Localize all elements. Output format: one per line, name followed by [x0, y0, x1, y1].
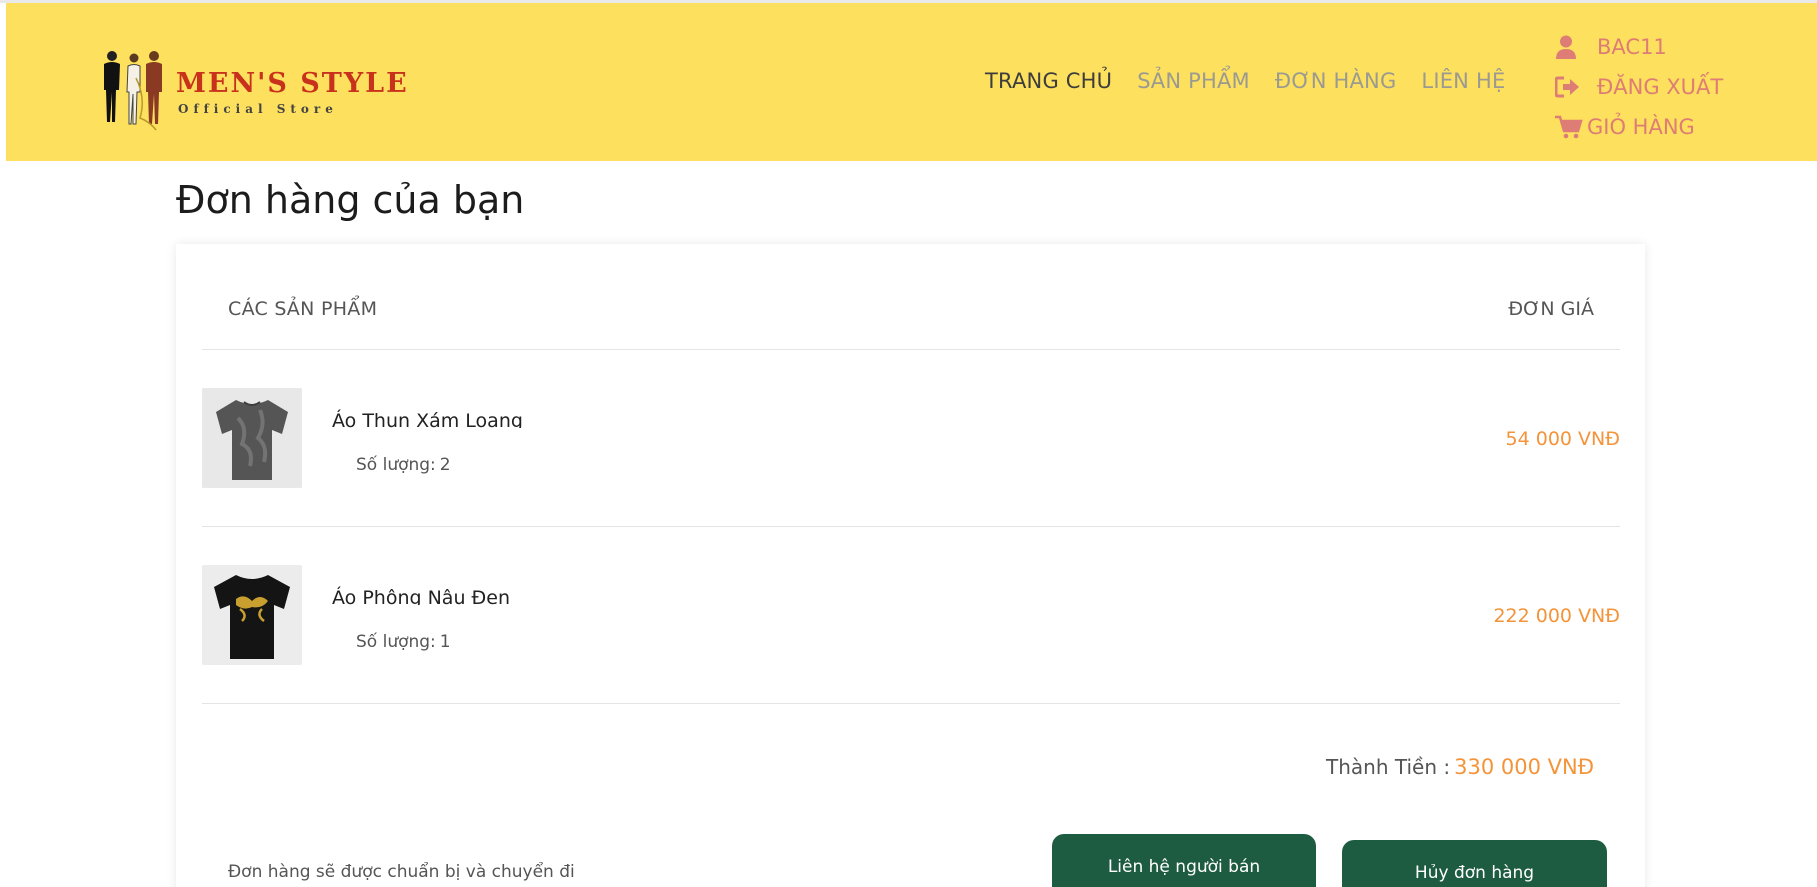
cart-link[interactable]: GIỎ HÀNG	[1555, 107, 1795, 147]
product-thumbnail[interactable]	[202, 388, 302, 488]
user-icon	[1555, 34, 1587, 60]
product-name[interactable]: Áo Thun Xám Loang	[332, 408, 523, 428]
cancel-order-label: Hủy đơn hàng	[1414, 863, 1535, 883]
order-total: Thành Tiền :330 000 VNĐ	[1326, 755, 1594, 779]
logout-link[interactable]: ĐĂNG XUẤT	[1555, 67, 1795, 107]
nav-item-orders[interactable]: ĐƠN HÀNG	[1275, 69, 1397, 93]
total-label: Thành Tiền :	[1326, 755, 1451, 779]
cart-label: GIỎ HÀNG	[1587, 115, 1695, 139]
brand-tagline: Official Store	[178, 102, 338, 116]
main-nav: TRANG CHỦ SẢN PHẨM ĐƠN HÀNG LIÊN HỆ	[985, 69, 1530, 93]
nav-item-home[interactable]: TRANG CHỦ	[985, 69, 1112, 93]
quantity-label: Số lượng:	[356, 455, 436, 475]
site-header: MEN'S STYLE Official Store TRANG CHỦ SẢN…	[6, 3, 1817, 161]
quantity-value: 1	[439, 632, 451, 652]
product-name[interactable]: Áo Phông Nâu Đen	[332, 585, 510, 605]
black-tshirt-image	[202, 565, 302, 665]
column-header-products: CÁC SẢN PHẨM	[228, 298, 378, 320]
order-status-note: Đơn hàng sẽ được chuẩn bị và chuyển đi	[228, 862, 575, 882]
shopping-cart-icon	[1555, 114, 1587, 140]
brand-name: MEN'S STYLE	[176, 68, 409, 99]
user-menu: BAC11 ĐĂNG XUẤT GIỎ HÀNG	[1555, 27, 1795, 147]
product-thumbnail[interactable]	[202, 565, 302, 665]
order-card: CÁC SẢN PHẨM ĐƠN GIÁ Áo Thun Xám Loang S…	[176, 244, 1645, 887]
contact-seller-label: Liên hệ người bán	[1107, 857, 1261, 877]
sign-out-icon	[1555, 74, 1587, 100]
nav-item-contact[interactable]: LIÊN HỆ	[1421, 69, 1505, 93]
grey-tshirt-image	[202, 388, 302, 488]
quantity-label: Số lượng:	[356, 632, 436, 652]
cancel-order-button[interactable]: Hủy đơn hàng	[1342, 840, 1607, 887]
logo-figures-icon	[104, 51, 162, 131]
page-title: Đơn hàng của bạn	[176, 178, 525, 222]
column-header-price: ĐƠN GIÁ	[1508, 298, 1594, 320]
item-divider	[202, 703, 1620, 704]
product-quantity: Số lượng: 2	[356, 455, 451, 475]
contact-seller-button[interactable]: Liên hệ người bán	[1052, 834, 1316, 887]
total-amount: 330 000 VNĐ	[1454, 755, 1594, 779]
product-price: 222 000 VNĐ	[1493, 605, 1620, 627]
quantity-value: 2	[439, 455, 451, 475]
user-account-link[interactable]: BAC11	[1555, 27, 1795, 67]
username-label: BAC11	[1597, 35, 1667, 59]
product-quantity: Số lượng: 1	[356, 632, 451, 652]
order-item: Áo Thun Xám Loang Số lượng: 2 54 000 VNĐ	[202, 350, 1620, 526]
order-item: Áo Phông Nâu Đen Số lượng: 1 222 000 VNĐ	[202, 527, 1620, 703]
brand-logo[interactable]: MEN'S STYLE Official Store	[96, 48, 407, 132]
nav-item-products[interactable]: SẢN PHẨM	[1137, 69, 1250, 93]
logout-label: ĐĂNG XUẤT	[1597, 75, 1724, 99]
product-price: 54 000 VNĐ	[1505, 428, 1620, 450]
